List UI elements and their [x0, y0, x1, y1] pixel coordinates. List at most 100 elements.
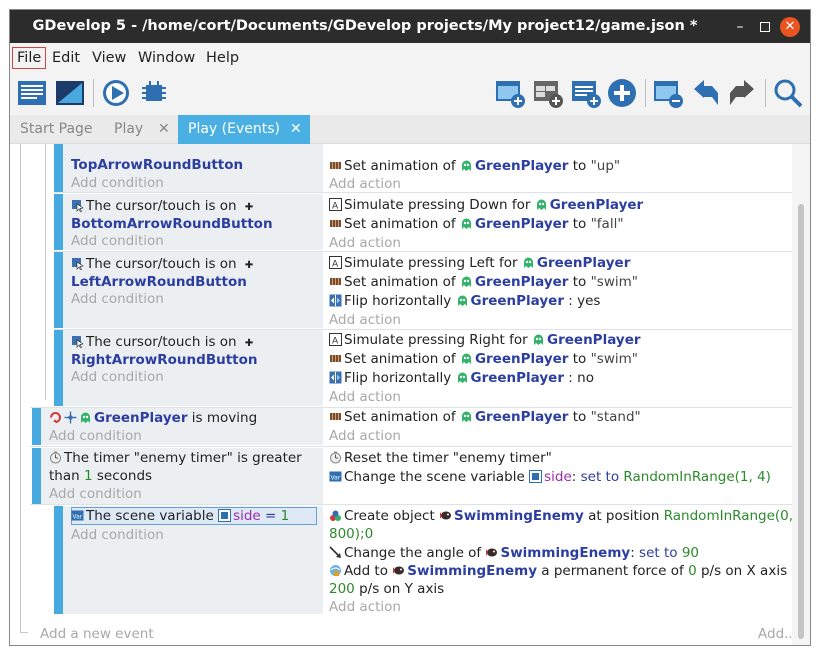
expand-icon[interactable]: ✚	[245, 202, 253, 213]
action-value: "fall"	[590, 216, 624, 232]
action-text: Set animation of	[344, 351, 456, 367]
action-text: at position	[588, 508, 660, 524]
action-text: Simulate pressing Left for	[344, 255, 518, 271]
svg-text:A: A	[332, 337, 339, 347]
action-set-animation[interactable]: Set animation of GreenPlayer to "up"	[329, 157, 620, 175]
condition-cursor-on[interactable]: The cursor/touch is on ✚	[71, 255, 253, 275]
action-flip-horizontally[interactable]: Flip horizontally GreenPlayer : no	[329, 369, 594, 387]
conditions-panel: The cursor/touch is on ✚ RightArrowRound…	[63, 330, 323, 406]
action-set-animation[interactable]: Set animation of GreenPlayer to "fall"	[329, 215, 624, 233]
menu-edit[interactable]: Edit	[48, 47, 84, 69]
animation-icon	[330, 162, 341, 169]
actions-panel: A Simulate pressing Right for GreenPlayer…	[323, 330, 792, 406]
cursor-icon	[72, 258, 84, 270]
add-subevent-icon[interactable]	[532, 77, 564, 109]
close-window-button[interactable]: ✕	[780, 17, 800, 37]
preview-play-icon[interactable]	[100, 77, 132, 109]
events-scrollbar[interactable]	[792, 144, 810, 645]
tab-play[interactable]: Play ✕	[104, 115, 178, 144]
tab-play-events[interactable]: Play (Events) ✕	[178, 115, 310, 144]
variable-icon: Var	[329, 471, 342, 482]
action-set-animation[interactable]: Set animation of GreenPlayer to "swim"	[329, 273, 638, 291]
scrollbar-thumb[interactable]	[798, 204, 804, 639]
add-condition-link[interactable]: Add condition	[71, 368, 164, 386]
object-name: GreenPlayer	[470, 293, 565, 309]
svg-text:A: A	[332, 202, 339, 212]
action-add-force[interactable]: Add to SwimmingEnemy a permanent force o…	[329, 562, 792, 580]
operator: set to	[639, 545, 678, 561]
expand-icon[interactable]: ✚	[245, 338, 253, 349]
scene-editor-icon[interactable]	[54, 77, 86, 109]
action-text: Simulate pressing Right for	[344, 332, 528, 348]
menu-help[interactable]: Help	[202, 47, 243, 69]
debugger-icon[interactable]	[138, 77, 170, 109]
condition-cursor-on[interactable]: The cursor/touch is on ✚	[71, 333, 253, 353]
add-action-link[interactable]: Add action	[329, 388, 401, 406]
add-more-link[interactable]: Add...	[758, 625, 792, 643]
action-change-scene-variable[interactable]: Var Change the scene variable side: set t…	[329, 468, 771, 486]
menu-view[interactable]: View	[88, 47, 130, 69]
add-action-link[interactable]: Add action	[329, 598, 401, 616]
redo-icon[interactable]	[726, 77, 758, 109]
green-player-icon	[461, 353, 471, 364]
close-tab-icon[interactable]: ✕	[290, 115, 302, 144]
undo-icon[interactable]	[690, 77, 722, 109]
action-text: Create object	[344, 508, 435, 524]
add-condition-link[interactable]: Add condition	[49, 485, 142, 503]
add-event-icon[interactable]	[494, 77, 526, 109]
delete-event-icon[interactable]	[652, 77, 684, 109]
project-manager-icon[interactable]	[16, 77, 48, 109]
condition-button-name[interactable]: TopArrowRoundButton	[71, 156, 243, 174]
action-set-animation[interactable]: Set animation of GreenPlayer to "swim"	[329, 350, 638, 368]
add-action-link[interactable]: Add action	[329, 234, 401, 252]
event-bar	[54, 506, 63, 614]
title-bar: GDevelop 5 - /home/cort/Documents/GDevel…	[10, 10, 810, 43]
maximize-button[interactable]	[755, 17, 775, 37]
action-flip-horizontally[interactable]: Flip horizontally GreenPlayer : yes	[329, 292, 600, 310]
menu-file[interactable]: File	[12, 47, 47, 69]
action-simulate-down[interactable]: A Simulate pressing Down for GreenPlayer	[329, 196, 643, 214]
condition-timer[interactable]: The timer "enemy timer" is greater	[49, 449, 302, 467]
add-condition-link[interactable]: Add condition	[71, 526, 164, 544]
search-icon[interactable]	[772, 77, 804, 109]
expand-icon[interactable]: ✚	[245, 260, 253, 271]
close-tab-icon[interactable]: ✕	[158, 115, 170, 144]
action-value: 200	[329, 581, 355, 597]
condition-cursor-on[interactable]: The cursor/touch is on ✚	[71, 197, 253, 217]
tab-start-page[interactable]: Start Page	[10, 115, 104, 144]
object-name: SwimmingEnemy	[454, 508, 584, 524]
add-condition-link[interactable]: Add condition	[71, 174, 164, 192]
action-reset-timer[interactable]: Reset the timer "enemy timer"	[329, 449, 552, 467]
add-action-link[interactable]: Add action	[329, 311, 401, 329]
add-condition-link[interactable]: Add condition	[71, 290, 164, 308]
action-simulate-right[interactable]: A Simulate pressing Right for GreenPlayer	[329, 331, 641, 349]
action-change-angle[interactable]: Change the angle of SwimmingEnemy: set t…	[329, 544, 699, 562]
action-text: Set animation of	[344, 409, 456, 425]
add-condition-link[interactable]: Add condition	[49, 427, 142, 445]
action-create-object[interactable]: Create object SwimmingEnemy at position …	[329, 507, 792, 525]
action-text: Set animation of	[344, 274, 456, 290]
condition-scene-variable[interactable]: Var The scene variable side = 1	[71, 507, 289, 525]
add-action-link[interactable]: Add action	[329, 427, 401, 445]
action-set-animation[interactable]: Set animation of GreenPlayer to "stand"	[329, 408, 641, 426]
action-text: Flip horizontally	[344, 370, 452, 386]
add-action-link[interactable]: Add action	[329, 175, 401, 193]
add-comment-icon[interactable]	[570, 77, 602, 109]
row-separator	[30, 504, 792, 505]
toolbar-separator	[93, 79, 94, 107]
action-add-force-cont: 200 p/s on Y axis	[329, 580, 444, 598]
menu-window[interactable]: Window	[134, 47, 199, 69]
operator: set to	[580, 469, 620, 485]
action-simulate-left[interactable]: A Simulate pressing Left for GreenPlayer	[329, 254, 630, 272]
condition-is-moving[interactable]: GreenPlayer is moving	[49, 409, 257, 427]
toolbar	[10, 71, 810, 115]
event-bar	[54, 194, 63, 250]
minimize-button[interactable]: –	[730, 17, 750, 37]
conditions-panel: The timer "enemy timer" is greater than …	[41, 448, 323, 504]
conditions-panel: The cursor/touch is on ✚ LeftArrowRoundB…	[63, 252, 323, 328]
add-condition-link[interactable]: Add condition	[71, 232, 164, 250]
condition-text: seconds	[96, 468, 153, 484]
action-text: Change the angle of	[344, 545, 482, 561]
add-other-icon[interactable]	[606, 77, 638, 109]
add-new-event-link[interactable]: Add a new event	[40, 625, 154, 643]
